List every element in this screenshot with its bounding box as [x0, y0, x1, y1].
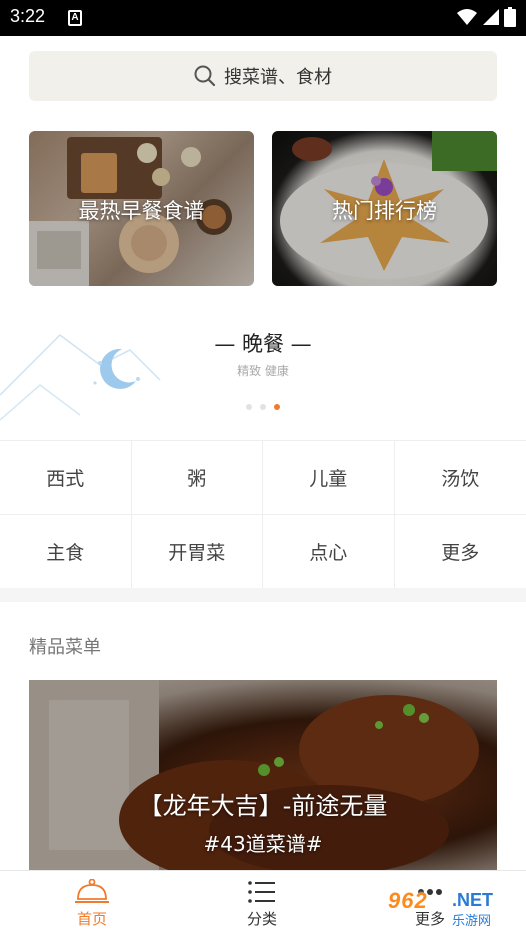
watermark-net: .NET — [452, 890, 494, 910]
battery-icon — [504, 7, 516, 27]
category-porridge[interactable]: 粥 — [131, 441, 263, 515]
breakfast-recipes-card[interactable]: 最热早餐食谱 — [29, 131, 254, 286]
dinner-banner[interactable]: — 晚餐 — 精致 健康 — [0, 300, 526, 430]
nav-home-label: 首页 — [76, 910, 107, 928]
watermark-number: 962 — [388, 888, 428, 913]
carousel-dot[interactable] — [260, 404, 266, 410]
category-more[interactable]: 更多 — [394, 515, 526, 589]
banner-title: — 晚餐 — — [214, 332, 312, 356]
search-bar[interactable]: 搜菜谱、食材 — [29, 51, 497, 101]
watermark-sub: 乐游网 — [452, 914, 492, 929]
featured-menu-title: 【龙年大吉】-前途无量 — [138, 792, 388, 820]
carousel-dot-active[interactable] — [274, 404, 280, 410]
category-soups-drinks[interactable]: 汤饮 — [394, 441, 526, 515]
nav-home[interactable]: 首页 — [52, 879, 132, 929]
featured-menu-subtitle: #43道菜谱# — [203, 832, 323, 856]
notification-icon: A — [68, 10, 82, 26]
search-placeholder: 搜菜谱、食材 — [224, 67, 332, 88]
list-icon — [248, 881, 275, 903]
featured-menu-card[interactable]: 【龙年大吉】-前途无量 #43道菜谱# — [29, 680, 497, 872]
status-bar: 3:22 A — [0, 0, 526, 36]
category-kids[interactable]: 儿童 — [263, 441, 395, 515]
category-dim-sum[interactable]: 点心 — [263, 515, 395, 589]
nav-categories[interactable]: 分类 — [222, 879, 302, 929]
hot-ranking-card[interactable]: 热门排行榜 — [272, 131, 497, 286]
section-divider — [0, 588, 526, 602]
cloche-icon — [75, 879, 109, 903]
nav-categories-label: 分类 — [246, 910, 277, 928]
carousel-dot[interactable] — [246, 404, 252, 410]
category-appetizers[interactable]: 开胃菜 — [131, 515, 263, 589]
banner-subtitle: 精致 健康 — [237, 364, 289, 378]
premium-section-title: 精品菜单 — [29, 637, 101, 658]
status-icons — [456, 7, 516, 27]
category-staples[interactable]: 主食 — [0, 515, 132, 589]
site-watermark: 962 .NET 乐游网 — [388, 888, 520, 929]
card-label: 热门排行榜 — [332, 199, 437, 223]
status-time: 3:22 — [10, 6, 46, 26]
category-grid: 西式 粥 儿童 汤饮 主食 开胃菜 点心 更多 — [0, 440, 526, 589]
category-western[interactable]: 西式 — [0, 441, 132, 515]
card-label: 最热早餐食谱 — [78, 199, 205, 223]
search-icon — [194, 65, 216, 87]
carousel-dots[interactable] — [0, 404, 526, 410]
wifi-icon — [457, 9, 477, 25]
signal-icon — [483, 9, 499, 25]
